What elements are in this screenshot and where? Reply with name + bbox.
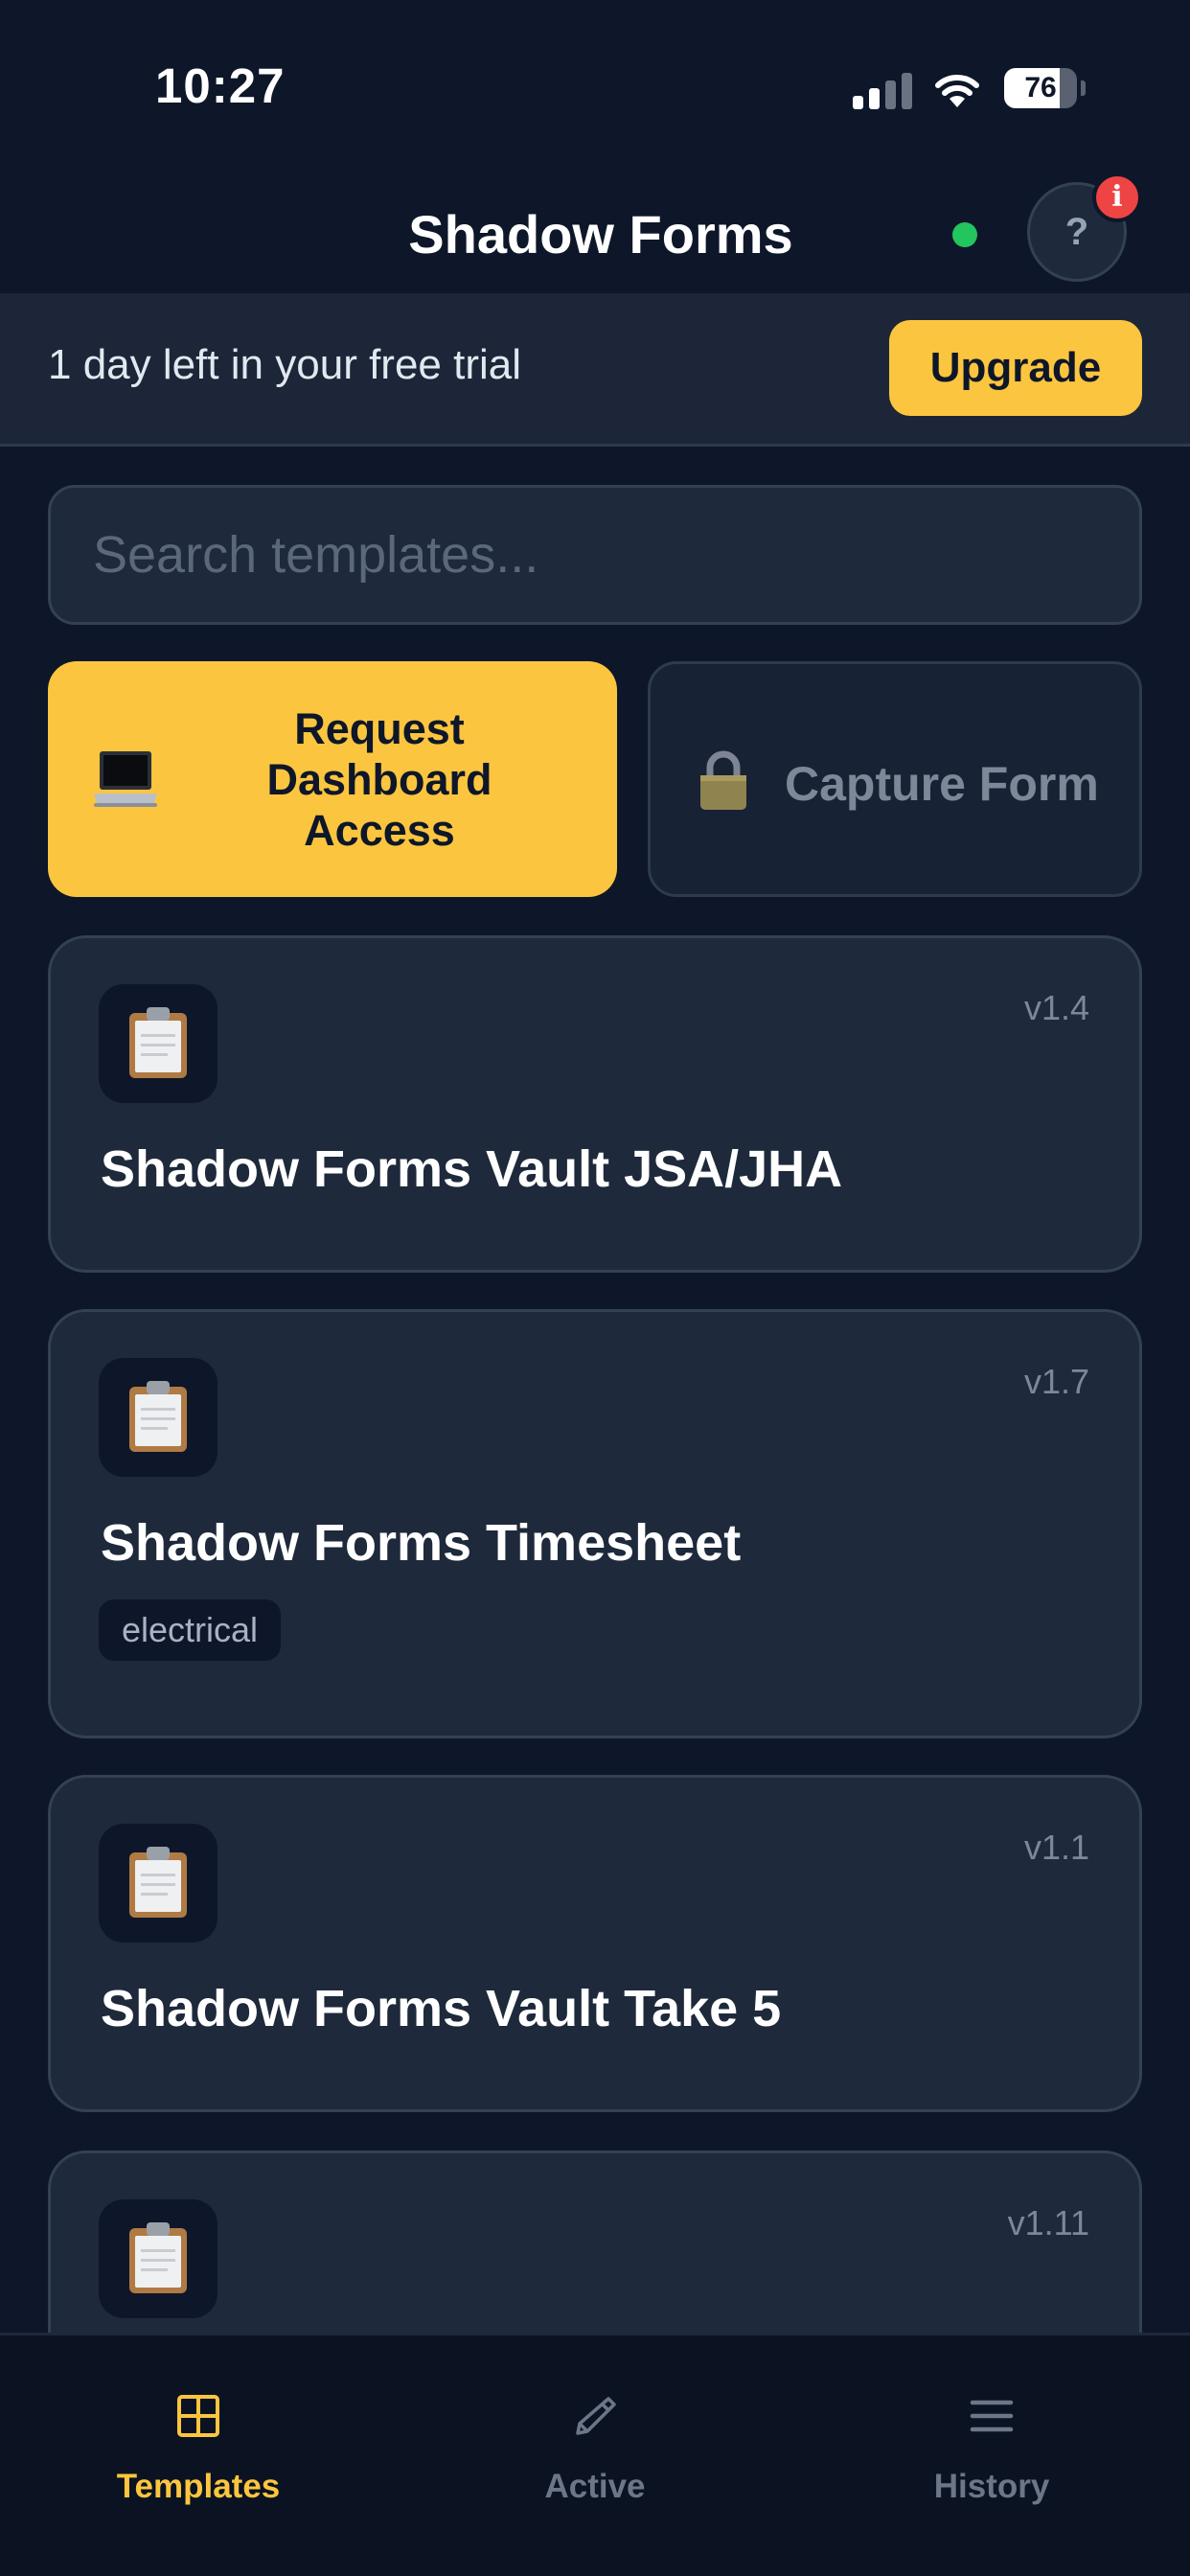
- clipboard-icon: [129, 1381, 187, 1452]
- template-icon-container: [99, 984, 217, 1103]
- clipboard-icon: [129, 2222, 187, 2293]
- battery-icon: 76: [1004, 68, 1086, 108]
- pencil-icon: [576, 2397, 616, 2435]
- template-title: Shadow Forms Vault JSA/JHA: [101, 1140, 843, 1198]
- list-icon: [970, 2400, 1014, 2432]
- template-version: v1.4: [1023, 988, 1089, 1027]
- template-card[interactable]: v1.4 Shadow Forms Vault JSA/JHA: [48, 935, 1142, 1273]
- search-input[interactable]: [93, 488, 1089, 622]
- capture-form-label: Capture Form: [785, 757, 1099, 811]
- grid-icon: [177, 2395, 219, 2437]
- info-badge-icon[interactable]: i: [1092, 172, 1142, 222]
- template-tag: electrical: [99, 1599, 282, 1661]
- online-status-indicator: [952, 222, 977, 247]
- tab-templates[interactable]: Templates: [0, 2335, 397, 2575]
- bottom-tab-bar: Templates Active History: [0, 2333, 1190, 2576]
- trial-banner: 1 day left in your free trial Upgrade: [0, 293, 1190, 447]
- tab-templates-label: Templates: [116, 2468, 281, 2505]
- search-box[interactable]: [48, 485, 1142, 625]
- template-card[interactable]: v1.7 Shadow Forms Timesheet electrical: [48, 1309, 1142, 1738]
- template-card[interactable]: v1.1 Shadow Forms Vault Take 5: [48, 1775, 1142, 2112]
- template-icon-container: [99, 1824, 217, 1943]
- upgrade-button[interactable]: Upgrade: [889, 320, 1142, 416]
- trial-message: 1 day left in your free trial: [48, 341, 522, 388]
- clipboard-icon: [129, 1007, 187, 1078]
- tab-history[interactable]: History: [793, 2335, 1190, 2575]
- tab-active[interactable]: Active: [397, 2335, 793, 2575]
- laptop-icon: [94, 751, 157, 807]
- dashboard-access-label: Request Dashboard Access: [266, 704, 492, 855]
- template-version: v1.11: [1007, 2203, 1089, 2242]
- app-title: Shadow Forms: [408, 204, 793, 264]
- status-time: 10:27: [155, 58, 286, 113]
- wifi-icon: [935, 75, 979, 107]
- template-title: Shadow Forms Timesheet: [101, 1514, 742, 1572]
- status-bar: 10:27 76: [0, 0, 1190, 144]
- app-header: Shadow Forms ? i: [0, 144, 1190, 293]
- cellular-signal-icon: [853, 71, 912, 109]
- template-version: v1.1: [1023, 1828, 1089, 1867]
- tab-history-label: History: [933, 2468, 1050, 2505]
- lock-icon: [700, 750, 746, 810]
- capture-form-button[interactable]: Capture Form: [648, 661, 1142, 897]
- clipboard-icon: [129, 1847, 187, 1918]
- template-icon-container: [99, 2199, 217, 2318]
- template-version: v1.7: [1023, 1362, 1089, 1401]
- template-icon-container: [99, 1358, 217, 1477]
- battery-percent: 76: [1024, 72, 1057, 104]
- tab-active-label: Active: [544, 2468, 646, 2505]
- template-title: Shadow Forms Vault Take 5: [101, 1980, 782, 2037]
- request-dashboard-access-button[interactable]: Request Dashboard Access: [48, 661, 617, 897]
